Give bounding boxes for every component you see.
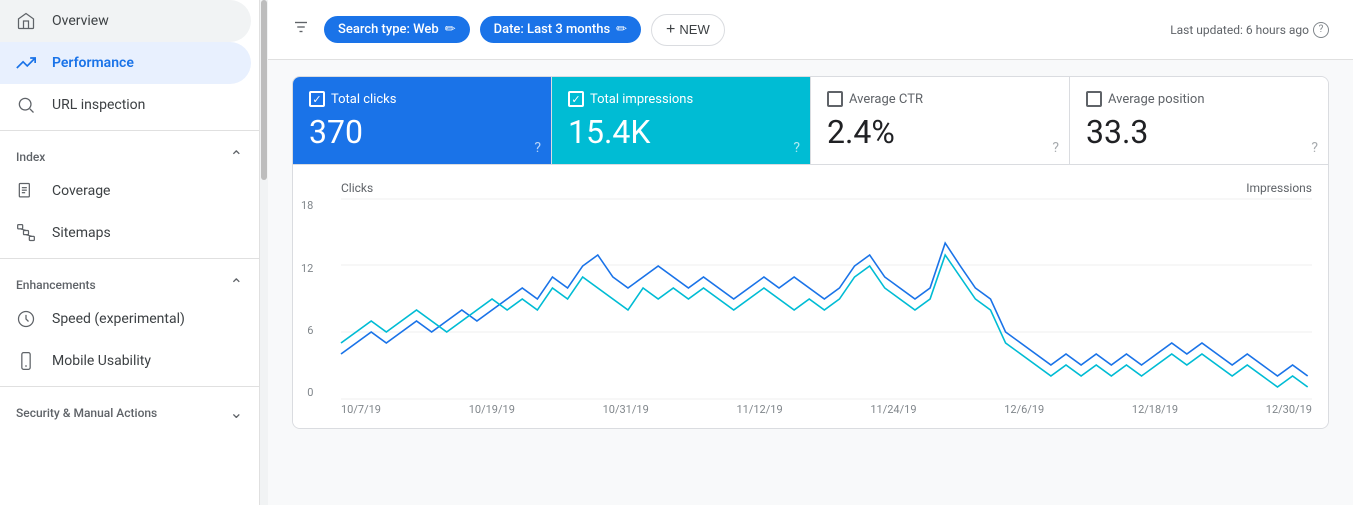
average-ctr-checkbox[interactable] — [827, 91, 843, 107]
x-axis-labels: 10/7/19 10/19/19 10/31/19 11/12/19 11/24… — [341, 403, 1312, 416]
date-chip[interactable]: Date: Last 3 months ✏ — [480, 16, 641, 43]
divider-2 — [0, 258, 259, 259]
main-content: Search type: Web ✏ Date: Last 3 months ✏… — [268, 0, 1353, 505]
search-type-label: Search type: Web — [338, 22, 439, 37]
speed-icon — [16, 309, 36, 329]
total-clicks-checkbox[interactable]: ✓ — [309, 91, 325, 107]
enhancements-chevron-icon[interactable]: ⌃ — [230, 275, 243, 294]
average-position-card[interactable]: Average position 33.3 ? — [1070, 77, 1328, 164]
sidebar-item-overview[interactable]: Overview — [0, 0, 251, 42]
total-impressions-label: Total impressions — [590, 92, 693, 107]
filter-icon[interactable] — [292, 18, 310, 41]
total-clicks-value: 370 — [309, 115, 535, 150]
coverage-icon — [16, 181, 36, 201]
sidebar: Overview Performance URL inspection Inde… — [0, 0, 260, 505]
y-left-label: Clicks — [341, 181, 373, 195]
index-section-label: Index — [16, 150, 45, 164]
sidebar-item-coverage-label: Coverage — [52, 183, 110, 199]
chart-wrap: 18 12 6 0 900 600 300 0 — [341, 199, 1312, 399]
search-type-chip[interactable]: Search type: Web ✏ — [324, 16, 470, 43]
scrollbar[interactable] — [260, 0, 268, 505]
average-ctr-value: 2.4% — [827, 115, 1053, 150]
average-position-value: 33.3 — [1086, 115, 1312, 150]
sidebar-section-index: Index ⌃ — [0, 139, 259, 170]
sidebar-section-security: Security & Manual Actions ⌄ — [0, 395, 259, 426]
content-area: ✓ Total clicks 370 ? ✓ Total impressions… — [268, 60, 1353, 505]
sidebar-item-url-inspection[interactable]: URL inspection — [0, 84, 251, 126]
divider-1 — [0, 130, 259, 131]
y-right-label: Impressions — [1246, 181, 1312, 195]
sidebar-item-mobile-usability[interactable]: Mobile Usability — [0, 340, 251, 382]
last-updated: Last updated: 6 hours ago ? — [1170, 22, 1329, 38]
sitemaps-icon — [16, 223, 36, 243]
new-button-label: NEW — [679, 22, 709, 37]
search-icon — [16, 95, 36, 115]
total-clicks-help-icon[interactable]: ? — [534, 140, 541, 156]
total-impressions-value: 15.4K — [568, 115, 794, 150]
trending-up-icon — [16, 53, 36, 73]
date-edit-icon: ✏ — [616, 22, 627, 37]
security-chevron-icon[interactable]: ⌄ — [230, 403, 243, 422]
mobile-icon — [16, 351, 36, 371]
security-section-label: Security & Manual Actions — [16, 406, 157, 420]
search-type-edit-icon: ✏ — [445, 22, 456, 37]
sidebar-item-url-inspection-label: URL inspection — [52, 97, 145, 113]
sidebar-item-sitemaps[interactable]: Sitemaps — [0, 212, 251, 254]
topbar: Search type: Web ✏ Date: Last 3 months ✏… — [268, 0, 1353, 60]
sidebar-item-mobile-usability-label: Mobile Usability — [52, 353, 151, 369]
average-ctr-help-icon[interactable]: ? — [1052, 140, 1059, 156]
sidebar-item-performance-label: Performance — [52, 55, 134, 71]
sidebar-item-speed[interactable]: Speed (experimental) — [0, 298, 251, 340]
sidebar-item-speed-label: Speed (experimental) — [52, 311, 185, 327]
total-impressions-checkbox[interactable]: ✓ — [568, 91, 584, 107]
total-clicks-card[interactable]: ✓ Total clicks 370 ? — [293, 77, 552, 164]
scroll-thumb[interactable] — [261, 0, 267, 180]
sidebar-item-overview-label: Overview — [52, 13, 109, 29]
help-icon[interactable]: ? — [1313, 22, 1329, 38]
sidebar-item-sitemaps-label: Sitemaps — [52, 225, 111, 241]
divider-3 — [0, 386, 259, 387]
total-impressions-help-icon[interactable]: ? — [793, 140, 800, 156]
average-ctr-label: Average CTR — [849, 92, 923, 107]
average-position-checkbox[interactable] — [1086, 91, 1102, 107]
index-chevron-icon[interactable]: ⌃ — [230, 147, 243, 166]
enhancements-section-label: Enhancements — [16, 278, 96, 292]
new-button[interactable]: + NEW — [651, 14, 725, 46]
y-axis-left: 18 12 6 0 — [301, 199, 313, 399]
sidebar-item-coverage[interactable]: Coverage — [0, 170, 251, 212]
average-ctr-card[interactable]: Average CTR 2.4% ? — [811, 77, 1070, 164]
total-clicks-label: Total clicks — [331, 92, 396, 107]
sidebar-item-performance[interactable]: Performance — [0, 42, 251, 84]
stats-row: ✓ Total clicks 370 ? ✓ Total impressions… — [293, 77, 1328, 165]
sidebar-section-enhancements: Enhancements ⌃ — [0, 267, 259, 298]
home-icon — [16, 11, 36, 31]
total-impressions-card[interactable]: ✓ Total impressions 15.4K ? — [552, 77, 811, 164]
average-position-label: Average position — [1108, 92, 1205, 107]
stats-chart-container: ✓ Total clicks 370 ? ✓ Total impressions… — [292, 76, 1329, 429]
chart-svg — [341, 199, 1312, 399]
average-position-help-icon[interactable]: ? — [1311, 140, 1318, 156]
chart-area: Clicks Impressions 18 12 6 0 900 600 300… — [293, 165, 1328, 428]
date-label: Date: Last 3 months — [494, 22, 611, 37]
